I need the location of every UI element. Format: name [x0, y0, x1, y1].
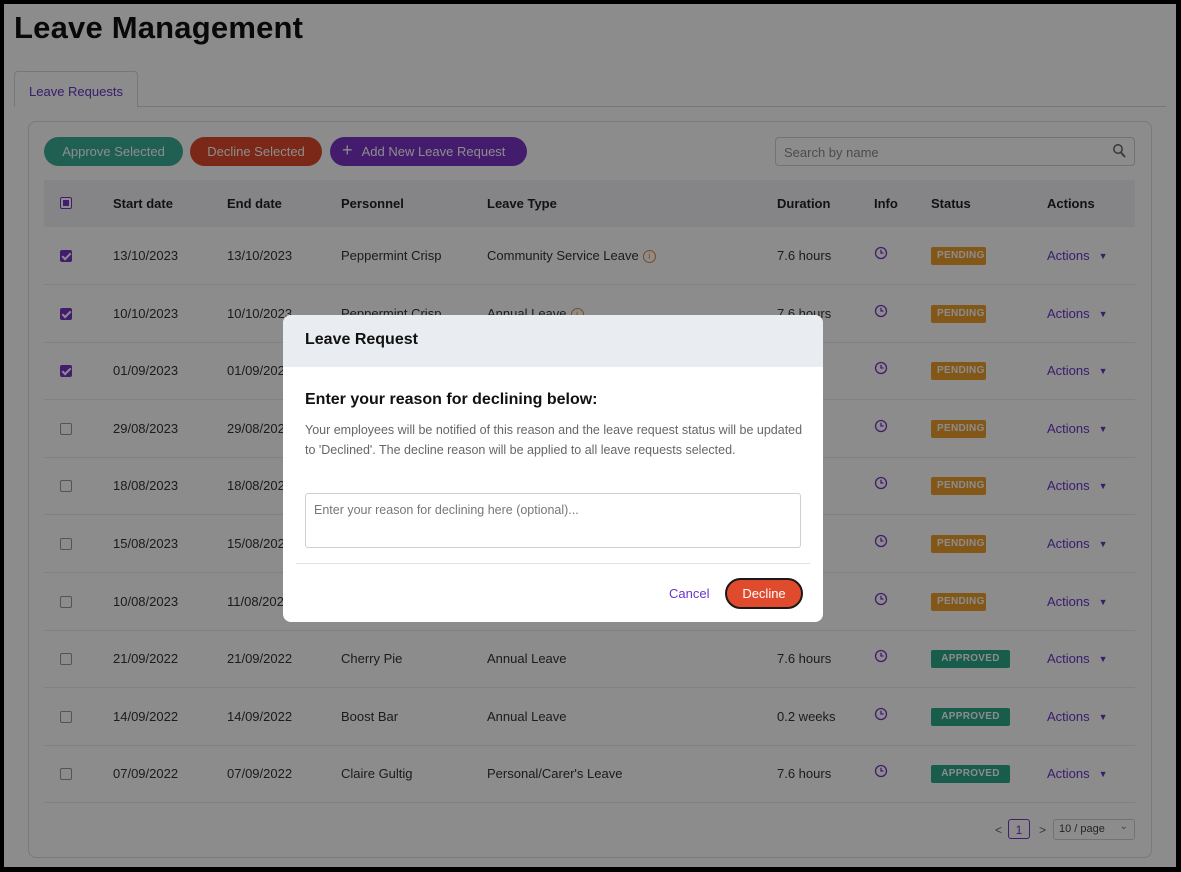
- cancel-button[interactable]: Cancel: [669, 586, 709, 601]
- modal-heading: Enter your reason for declining below:: [305, 391, 598, 408]
- modal-title: Leave Request: [283, 315, 823, 367]
- modal-divider: [296, 563, 810, 564]
- decline-button[interactable]: Decline: [725, 578, 803, 609]
- app-window: Leave Management Leave Requests Approve …: [4, 4, 1176, 867]
- modal-description: Your employees will be notified of this …: [305, 423, 803, 457]
- decline-reason-input[interactable]: [305, 493, 801, 548]
- decline-reason-modal: Leave Request Enter your reason for decl…: [283, 315, 823, 622]
